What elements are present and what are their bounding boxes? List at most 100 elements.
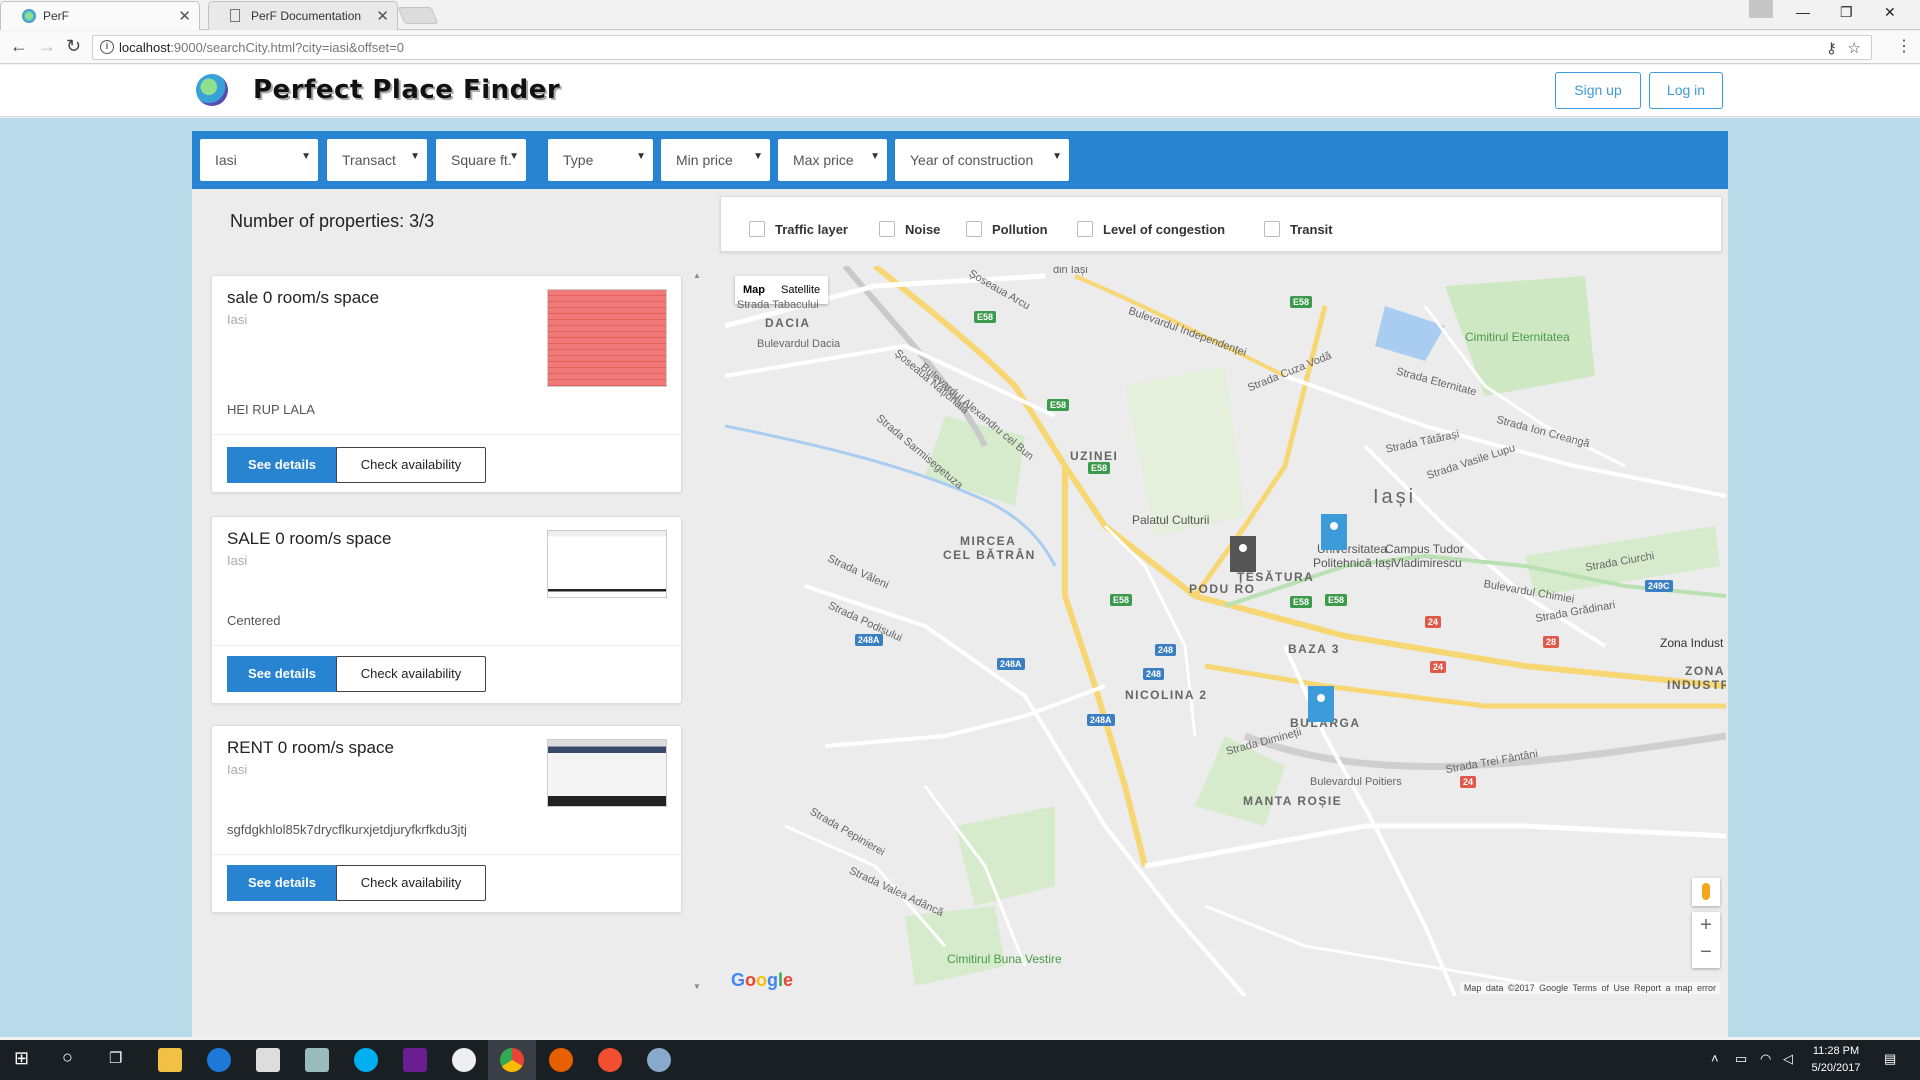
listing-card: sale 0 room/s space Iasi HEI RUP LALA Se… xyxy=(211,275,682,493)
transit-layer-toggle[interactable]: Transit xyxy=(1264,221,1333,237)
tab-title: PerF Documentation xyxy=(251,9,362,23)
new-tab-button[interactable] xyxy=(397,7,439,24)
check-availability-button[interactable]: Check availability xyxy=(336,656,486,692)
max-price-select[interactable]: Max price ▼ xyxy=(778,139,887,181)
select-value: Type xyxy=(563,152,594,168)
tab-perf[interactable]: PerF ✕ xyxy=(0,1,200,30)
minimize-icon[interactable]: — xyxy=(1796,4,1810,20)
zoom-in-button[interactable]: + xyxy=(1692,912,1720,939)
login-button[interactable]: Log in xyxy=(1649,72,1723,109)
type-select[interactable]: Type ▼ xyxy=(548,139,653,181)
card-divider xyxy=(212,645,681,646)
listing-title[interactable]: sale 0 room/s space xyxy=(227,288,379,308)
checkbox[interactable] xyxy=(749,221,765,237)
restore-icon[interactable]: ❐ xyxy=(1840,4,1853,21)
close-tab-icon[interactable]: ✕ xyxy=(178,7,191,25)
select-value: Min price xyxy=(676,152,733,168)
map-marker-icon[interactable] xyxy=(1230,536,1256,572)
listing-thumbnail[interactable] xyxy=(547,530,667,598)
firefox-icon[interactable] xyxy=(549,1048,573,1072)
caret-down-icon: ▼ xyxy=(301,151,311,162)
zoom-out-button[interactable]: − xyxy=(1692,939,1720,966)
search-icon[interactable]: ○ xyxy=(62,1047,73,1068)
key-icon[interactable]: ⚷ xyxy=(1826,39,1837,57)
file-explorer-icon[interactable] xyxy=(158,1048,182,1072)
app-icon[interactable] xyxy=(305,1048,329,1072)
close-tab-icon[interactable]: ✕ xyxy=(376,7,389,25)
task-view-icon[interactable]: ❐ xyxy=(109,1049,122,1067)
noise-layer-toggle[interactable]: Noise xyxy=(879,221,940,237)
square-ft-select[interactable]: Square ft. ▼ xyxy=(436,139,526,181)
battery-icon[interactable]: ▭ xyxy=(1735,1051,1747,1067)
checkbox[interactable] xyxy=(879,221,895,237)
city-select[interactable]: Iasi ▼ xyxy=(200,139,318,181)
map-marker-icon[interactable] xyxy=(1308,686,1334,722)
map-label: ȚESĂTURA xyxy=(1237,570,1315,584)
back-icon[interactable]: ← xyxy=(10,36,28,57)
listing-thumbnail[interactable] xyxy=(547,289,667,387)
scroll-up-icon[interactable]: ▲ xyxy=(693,271,701,280)
map-label: CEL BĂTRÂN xyxy=(943,548,1036,562)
bookmark-star-icon[interactable]: ☆ xyxy=(1848,39,1861,57)
road-shield: 24 xyxy=(1430,661,1447,673)
check-availability-button[interactable]: Check availability xyxy=(336,865,486,901)
windows-start-icon[interactable]: ⊞ xyxy=(14,1048,29,1069)
caret-down-icon: ▼ xyxy=(509,151,519,162)
edge-browser-icon[interactable] xyxy=(207,1048,231,1072)
scroll-down-icon[interactable]: ▼ xyxy=(693,982,701,991)
app-icon[interactable] xyxy=(647,1048,671,1072)
app-icon[interactable] xyxy=(598,1048,622,1072)
clock[interactable]: 11:28 PM 5/20/2017 xyxy=(1806,1043,1866,1077)
year-of-construction-select[interactable]: Year of construction ▼ xyxy=(895,139,1069,181)
url-host: localhost xyxy=(119,40,171,55)
skype-icon[interactable] xyxy=(354,1048,378,1072)
action-center-icon[interactable]: ▤ xyxy=(1884,1051,1896,1067)
see-details-button[interactable]: See details xyxy=(227,865,337,901)
congestion-layer-toggle[interactable]: Level of congestion xyxy=(1077,221,1225,237)
profile-icon[interactable] xyxy=(1749,0,1773,18)
site-title[interactable]: Perfect Place Finder xyxy=(253,75,560,105)
map-canvas[interactable]: Map Satellite DACIA Strada Tabacului Bule… xyxy=(725,266,1726,996)
transaction-select[interactable]: Transact ▼ xyxy=(327,139,427,181)
show-hidden-icons[interactable]: ˄ xyxy=(1711,1051,1719,1066)
tab-perf-documentation[interactable]: PerF Documentation ✕ xyxy=(208,1,398,30)
info-icon[interactable]: i xyxy=(100,40,114,54)
browser-menu-icon[interactable]: ⋮ xyxy=(1896,36,1912,56)
see-details-button[interactable]: See details xyxy=(227,447,337,483)
address-bar[interactable]: i localhost:9000/searchCity.html?city=ia… xyxy=(92,35,1872,60)
perf-logo-icon[interactable] xyxy=(196,74,228,106)
min-price-select[interactable]: Min price ▼ xyxy=(661,139,770,181)
terms-of-use-link[interactable]: Terms of Use xyxy=(1572,983,1629,993)
volume-icon[interactable]: ◁ xyxy=(1783,1051,1793,1067)
listing-title[interactable]: SALE 0 room/s space xyxy=(227,529,391,549)
map-marker-icon[interactable] xyxy=(1321,514,1347,550)
pollution-layer-toggle[interactable]: Pollution xyxy=(966,221,1048,237)
road-shield: 28 xyxy=(1543,636,1560,648)
map-label: DACIA xyxy=(765,316,811,330)
signup-button[interactable]: Sign up xyxy=(1555,72,1641,109)
layer-label: Traffic layer xyxy=(775,222,848,237)
report-map-error-link[interactable]: Report a map error xyxy=(1634,983,1716,993)
road-shield: 248A xyxy=(997,658,1025,670)
clock-time: 11:28 PM xyxy=(1812,1045,1860,1057)
intellij-icon[interactable] xyxy=(403,1048,427,1072)
map-label: ZONA xyxy=(1685,664,1725,678)
traffic-layer-toggle[interactable]: Traffic layer xyxy=(749,221,848,237)
see-details-button[interactable]: See details xyxy=(227,656,337,692)
road-shield: E58 xyxy=(1290,296,1313,308)
listing-thumbnail[interactable] xyxy=(547,739,667,807)
checkbox[interactable] xyxy=(1077,221,1093,237)
google-logo[interactable]: Google xyxy=(731,970,793,991)
street-view-pegman-icon[interactable] xyxy=(1692,878,1720,906)
chrome-icon[interactable] xyxy=(500,1048,524,1072)
checkbox[interactable] xyxy=(966,221,982,237)
wifi-icon[interactable]: ◠ xyxy=(1760,1051,1771,1067)
window-close-icon[interactable]: ✕ xyxy=(1884,4,1896,21)
app-icon[interactable] xyxy=(452,1048,476,1072)
checkbox[interactable] xyxy=(1264,221,1280,237)
forward-icon[interactable]: → xyxy=(38,36,56,57)
reload-icon[interactable]: ↻ xyxy=(66,36,81,57)
store-icon[interactable] xyxy=(256,1048,280,1072)
check-availability-button[interactable]: Check availability xyxy=(336,447,486,483)
listing-title[interactable]: RENT 0 room/s space xyxy=(227,738,394,758)
